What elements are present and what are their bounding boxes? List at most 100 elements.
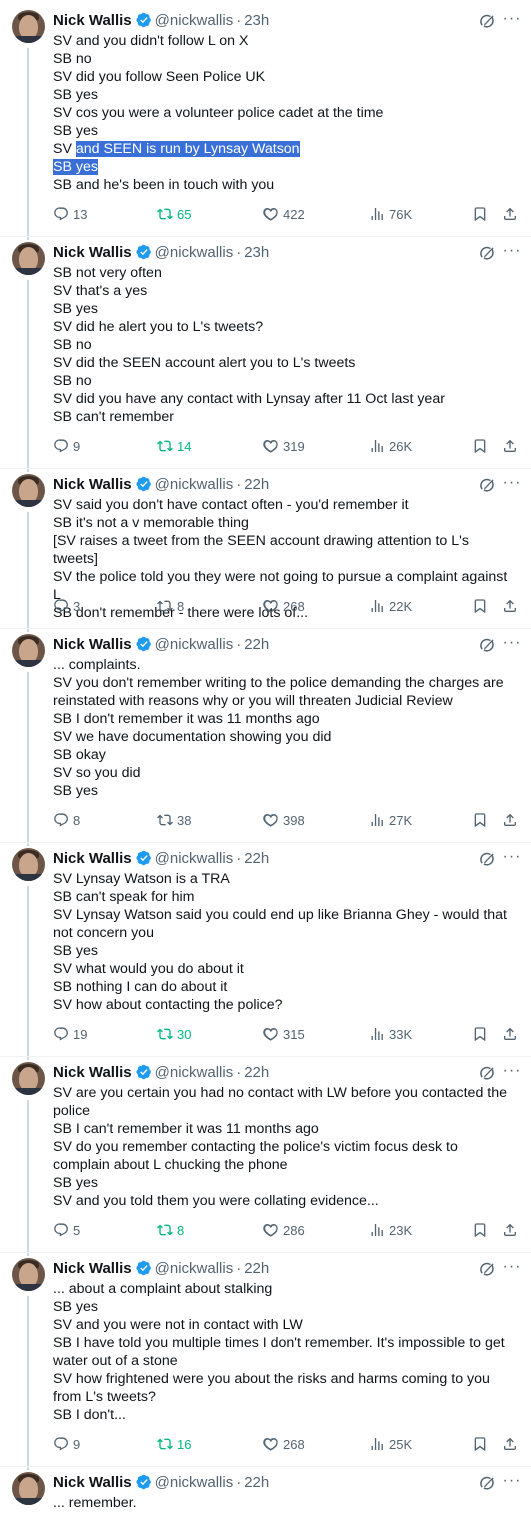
- retweet-button[interactable]: 30: [157, 1024, 191, 1044]
- tweet-text-line: SB yes: [53, 943, 98, 959]
- bookmark-button[interactable]: [472, 204, 492, 224]
- author-name[interactable]: Nick Wallis: [53, 244, 132, 261]
- more-options-icon[interactable]: ···: [502, 1258, 522, 1278]
- author-handle[interactable]: @nickwallis: [155, 1064, 234, 1081]
- retweet-count: 30: [177, 1026, 192, 1042]
- author-handle[interactable]: @nickwallis: [155, 1260, 234, 1277]
- timestamp[interactable]: 22h: [244, 1260, 269, 1277]
- grok-icon[interactable]: [478, 476, 496, 494]
- bookmark-button[interactable]: [472, 436, 492, 456]
- views-button[interactable]: 33K: [369, 1024, 412, 1044]
- grok-icon[interactable]: [478, 850, 496, 868]
- grok-icon[interactable]: [478, 1064, 496, 1082]
- share-button[interactable]: [502, 436, 522, 456]
- bookmark-button[interactable]: [472, 810, 492, 830]
- like-button[interactable]: 422: [263, 204, 305, 224]
- heart-icon: [263, 1436, 283, 1452]
- more-options-icon[interactable]: ···: [502, 474, 522, 494]
- retweet-button[interactable]: 14: [157, 436, 191, 456]
- timestamp[interactable]: 22h: [244, 1474, 269, 1491]
- bookmark-button[interactable]: [472, 1434, 492, 1454]
- grok-icon[interactable]: [478, 12, 496, 30]
- author-name[interactable]: Nick Wallis: [53, 1064, 132, 1081]
- avatar[interactable]: [12, 242, 45, 275]
- author-handle[interactable]: @nickwallis: [155, 476, 234, 493]
- avatar[interactable]: [12, 1062, 45, 1095]
- timestamp[interactable]: 22h: [244, 1064, 269, 1081]
- retweet-button[interactable]: 8: [157, 596, 184, 616]
- views-button[interactable]: 22K: [369, 596, 412, 616]
- tweet-text-line: SB yes: [53, 1175, 98, 1191]
- tweet-text: ... complaints. SV you don't remember wri…: [53, 656, 513, 800]
- more-options-icon[interactable]: ···: [502, 1472, 522, 1492]
- more-options-icon[interactable]: ···: [502, 1062, 522, 1082]
- tweet-thread: Nick Wallis @nickwallis · 23h ··· SV and you …: [0, 0, 531, 1513]
- timestamp[interactable]: 22h: [244, 476, 269, 493]
- retweet-button[interactable]: 16: [157, 1434, 191, 1454]
- timestamp[interactable]: 23h: [244, 12, 269, 29]
- reply-button[interactable]: 19: [53, 1024, 87, 1044]
- views-button[interactable]: 76K: [369, 204, 412, 224]
- author-handle[interactable]: @nickwallis: [155, 850, 234, 867]
- views-button[interactable]: 23K: [369, 1220, 412, 1240]
- more-options-icon[interactable]: ···: [502, 242, 522, 262]
- reply-button[interactable]: 13: [53, 204, 87, 224]
- avatar[interactable]: [12, 634, 45, 667]
- author-name[interactable]: Nick Wallis: [53, 12, 132, 29]
- reply-button[interactable]: 9: [53, 436, 80, 456]
- reply-button[interactable]: 5: [53, 1220, 80, 1240]
- avatar[interactable]: [12, 474, 45, 507]
- reply-button[interactable]: 3: [53, 596, 80, 616]
- like-button[interactable]: 319: [263, 436, 305, 456]
- heart-icon: [263, 438, 283, 454]
- timestamp[interactable]: 22h: [244, 850, 269, 867]
- views-button[interactable]: 25K: [369, 1434, 412, 1454]
- bookmark-button[interactable]: [472, 1220, 492, 1240]
- author-name[interactable]: Nick Wallis: [53, 1260, 132, 1277]
- share-button[interactable]: [502, 810, 522, 830]
- more-options-icon[interactable]: ···: [502, 634, 522, 654]
- avatar[interactable]: [12, 1472, 45, 1505]
- author-name[interactable]: Nick Wallis: [53, 1474, 132, 1491]
- retweet-button[interactable]: 8: [157, 1220, 184, 1240]
- bookmark-button[interactable]: [472, 596, 492, 616]
- share-button[interactable]: [502, 1220, 522, 1240]
- bookmark-button[interactable]: [472, 1024, 492, 1044]
- author-name[interactable]: Nick Wallis: [53, 476, 132, 493]
- reply-button[interactable]: 9: [53, 1434, 80, 1454]
- share-button[interactable]: [502, 1434, 522, 1454]
- avatar[interactable]: [12, 1258, 45, 1291]
- grok-icon[interactable]: [478, 1474, 496, 1492]
- tweet-text: SV Lynsay Watson is a TRA SB can't speak …: [53, 870, 513, 1014]
- like-button[interactable]: 398: [263, 810, 305, 830]
- like-button[interactable]: 268: [263, 1434, 305, 1454]
- like-button[interactable]: 315: [263, 1024, 305, 1044]
- author-handle[interactable]: @nickwallis: [155, 636, 234, 653]
- views-button[interactable]: 26K: [369, 436, 412, 456]
- views-button[interactable]: 27K: [369, 810, 412, 830]
- avatar[interactable]: [12, 10, 45, 43]
- like-button[interactable]: 286: [263, 1220, 305, 1240]
- tweet-text-line: SB yes: [53, 123, 98, 139]
- share-button[interactable]: [502, 1024, 522, 1044]
- author-name[interactable]: Nick Wallis: [53, 850, 132, 867]
- like-button[interactable]: 268: [263, 596, 305, 616]
- more-options-icon[interactable]: ···: [502, 10, 522, 30]
- retweet-button[interactable]: 65: [157, 204, 191, 224]
- share-button[interactable]: [502, 204, 522, 224]
- share-button[interactable]: [502, 596, 522, 616]
- retweet-button[interactable]: 38: [157, 810, 191, 830]
- reply-button[interactable]: 8: [53, 810, 80, 830]
- grok-icon[interactable]: [478, 244, 496, 262]
- avatar[interactable]: [12, 848, 45, 881]
- grok-icon[interactable]: [478, 1260, 496, 1278]
- author-name[interactable]: Nick Wallis: [53, 636, 132, 653]
- author-handle[interactable]: @nickwallis: [155, 12, 234, 29]
- author-handle[interactable]: @nickwallis: [155, 244, 234, 261]
- grok-icon[interactable]: [478, 636, 496, 654]
- author-handle[interactable]: @nickwallis: [155, 1474, 234, 1491]
- timestamp[interactable]: 22h: [244, 636, 269, 653]
- more-options-icon[interactable]: ···: [502, 848, 522, 868]
- reply-icon: [53, 1222, 73, 1238]
- timestamp[interactable]: 23h: [244, 244, 269, 261]
